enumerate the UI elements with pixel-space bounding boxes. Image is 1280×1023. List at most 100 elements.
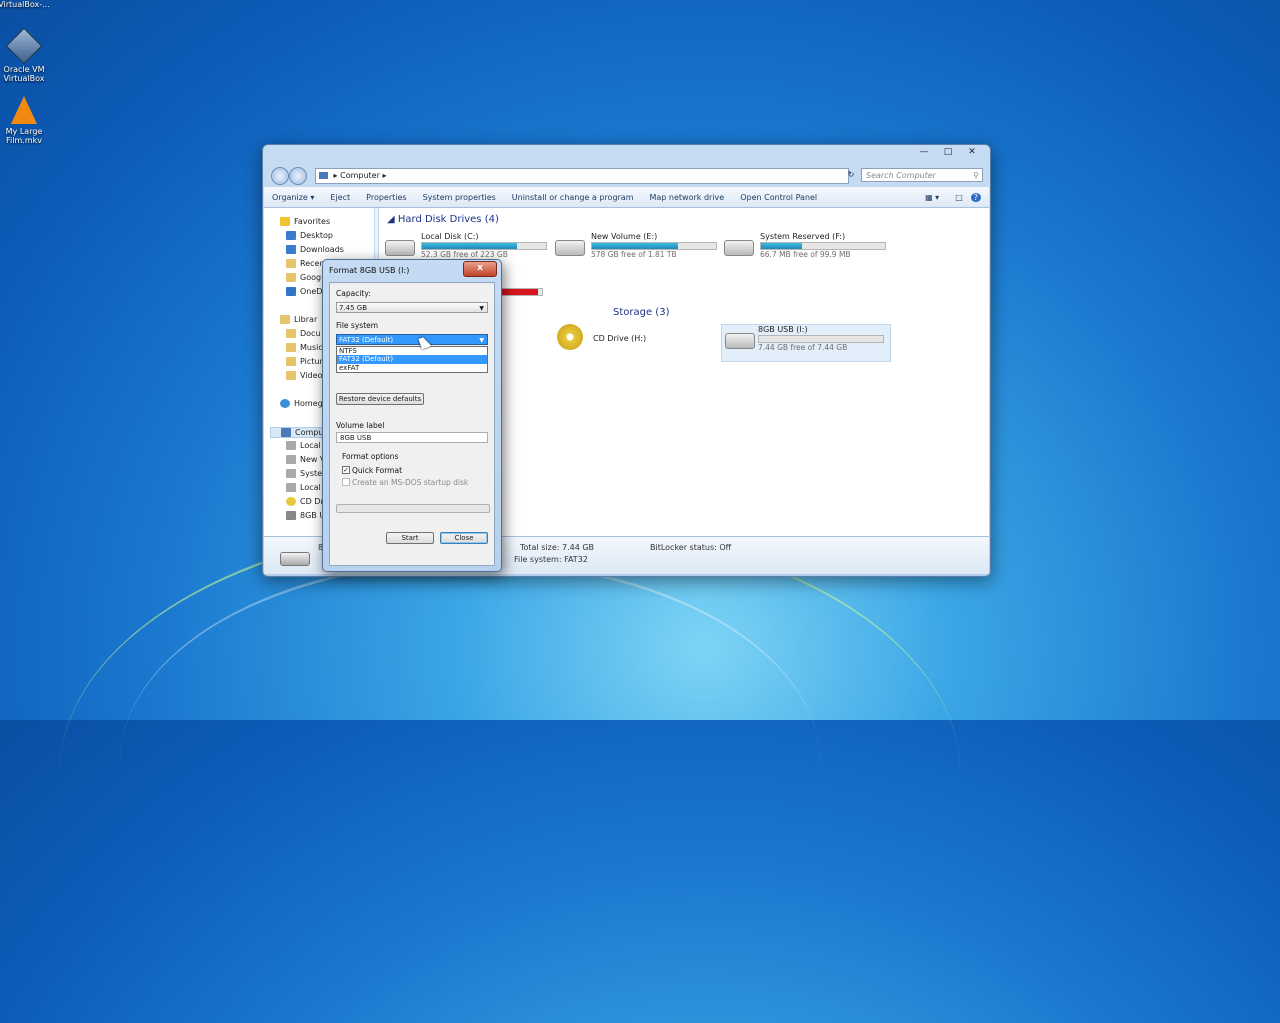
file-system-label: File system (336, 321, 379, 330)
file-system-value: FAT32 (Default) (339, 336, 394, 344)
drive-partial-red-bar (497, 288, 543, 296)
sidebar-item-cd-drive[interactable]: CD Dr (286, 497, 324, 506)
desktop-icon-virtualbox[interactable]: Oracle VM VirtualBox (0, 27, 54, 83)
msdos-disk-checkbox[interactable] (342, 478, 350, 486)
sidebar-item-documents[interactable]: Docu (286, 329, 321, 338)
desktop-icon-label: Oracle VM VirtualBox (3, 65, 45, 83)
music-icon (286, 343, 296, 352)
file-system-select[interactable]: FAT32 (Default) ▼ (336, 334, 488, 345)
videos-icon (286, 371, 296, 380)
back-button[interactable] (271, 167, 289, 185)
open-control-panel-button[interactable]: Open Control Panel (732, 193, 825, 202)
capacity-value: 7.45 GB (339, 304, 368, 312)
uninstall-program-button[interactable]: Uninstall or change a program (504, 193, 642, 202)
pictures-icon (286, 357, 296, 366)
details-total-size: Total size: 7.44 GB (520, 543, 595, 552)
drive-usage-fill (761, 243, 802, 249)
option-exfat[interactable]: exFAT (337, 364, 487, 372)
drive-name: CD Drive (H:) (593, 334, 647, 343)
drive-usage-bar (591, 242, 717, 250)
sidebar-item-local[interactable]: Local (286, 483, 321, 492)
maximize-button[interactable]: □ (936, 145, 960, 159)
virtualbox-icon (5, 27, 43, 65)
close-button[interactable]: ✕ (960, 145, 984, 159)
format-progress-bar (336, 504, 490, 513)
minimize-button[interactable]: — (912, 145, 936, 159)
forward-button[interactable] (289, 167, 307, 185)
sidebar-item-8gb-usb[interactable]: 8GB U (286, 511, 325, 520)
details-file-system: File system: FAT32 (514, 555, 588, 564)
option-ntfs[interactable]: NTFS (337, 347, 487, 355)
help-icon[interactable]: ? (970, 192, 981, 202)
usb-drive-icon (286, 511, 296, 520)
preview-pane-icon[interactable]: □ (947, 193, 971, 202)
sidebar-label: Librar (294, 315, 318, 324)
sidebar-libraries[interactable]: Librar (280, 315, 317, 324)
sidebar-favorites[interactable]: Favorites (280, 217, 330, 226)
search-input[interactable]: Search Computer ⚲ (861, 168, 983, 182)
sidebar-label: Desktop (300, 231, 333, 240)
format-dialog: Format 8GB USB (I:) x Capacity: 7.45 GB ▼… (322, 259, 502, 572)
sidebar-item-music[interactable]: Music (286, 343, 323, 352)
drive-new-volume-e[interactable]: New Volume (E:) 578 GB free of 1.81 TB (555, 232, 725, 266)
sidebar-item-system-reserved[interactable]: Syster (286, 469, 325, 478)
drive-name: Local Disk (C:) (421, 232, 479, 241)
system-properties-button[interactable]: System properties (415, 193, 504, 202)
sidebar-item-new-volume[interactable]: New V (286, 455, 325, 464)
sidebar-item-videos[interactable]: Video (286, 371, 322, 380)
sidebar-item-desktop[interactable]: Desktop (286, 231, 333, 240)
group-header-hdd[interactable]: ◢ Hard Disk Drives (4) (387, 214, 499, 225)
star-icon (280, 217, 290, 226)
usb-drive-icon (725, 333, 755, 349)
desktop-icon-film[interactable]: My Large Film.mkv (0, 96, 54, 145)
sidebar-label: Docu (300, 329, 321, 338)
drive-cd-h[interactable]: CD Drive (H:) (557, 324, 727, 358)
drive-8gb-usb-i[interactable]: 8GB USB (I:) 7.44 GB free of 7.44 GB (721, 324, 891, 362)
refresh-button[interactable]: ↻ (845, 168, 857, 182)
drive-system-reserved-f[interactable]: System Reserved (F:) 66.7 MB free of 99.… (724, 232, 894, 266)
quick-format-checkbox[interactable]: ✓ (342, 466, 350, 474)
organize-button[interactable]: Organize ▾ (264, 193, 322, 202)
homegroup-icon (280, 399, 290, 408)
collapse-arrow-icon: ◢ (387, 214, 398, 225)
sidebar-item-onedrive[interactable]: OneD (286, 287, 322, 296)
volume-label-input[interactable]: 8GB USB (336, 432, 488, 443)
chevron-down-icon: ▼ (479, 305, 484, 312)
drive-icon (286, 469, 296, 478)
sidebar-item-google[interactable]: Goog (286, 273, 321, 282)
group-header-removable[interactable]: Storage (3) (613, 307, 669, 318)
start-button[interactable]: Start (386, 532, 434, 544)
sidebar-item-pictures[interactable]: Pictur (286, 357, 323, 366)
dialog-close-x-button[interactable]: x (463, 261, 497, 277)
drive-icon (286, 441, 296, 450)
sidebar-item-local-c[interactable]: Local (286, 441, 321, 450)
drive-icon (286, 483, 296, 492)
capacity-select[interactable]: 7.45 GB ▼ (336, 302, 488, 313)
group-title: Storage (3) (613, 307, 670, 318)
sidebar-label: CD Dr (300, 497, 324, 506)
desktop-icon (286, 231, 296, 240)
restore-defaults-button[interactable]: Restore device defaults (336, 393, 424, 405)
address-bar[interactable]: ▸ Computer ▸ (315, 168, 849, 184)
sidebar-label: Pictur (300, 357, 323, 366)
drive-free-space: 66.7 MB free of 99.9 MB (760, 250, 851, 259)
vlc-cone-icon (11, 96, 37, 124)
recent-icon (286, 259, 296, 268)
desktop-icon-virtualbox-folder[interactable]: VirtualBox-... (0, 0, 54, 9)
sidebar-label: OneD (300, 287, 323, 296)
drive-free-space: 7.44 GB free of 7.44 GB (758, 343, 848, 352)
option-fat32[interactable]: FAT32 (Default) (337, 355, 487, 364)
properties-button[interactable]: Properties (358, 193, 414, 202)
sidebar-label: Local (300, 483, 321, 492)
drive-free-space: 52.3 GB free of 223 GB (421, 250, 508, 259)
downloads-icon (286, 245, 296, 254)
map-network-drive-button[interactable]: Map network drive (642, 193, 733, 202)
drive-usage-bar (758, 335, 884, 343)
search-placeholder: Search Computer (866, 171, 936, 180)
sidebar-homegroup[interactable]: Homeg (280, 399, 323, 408)
close-button[interactable]: Close (440, 532, 488, 544)
sidebar-item-downloads[interactable]: Downloads (286, 245, 344, 254)
eject-button[interactable]: Eject (322, 193, 358, 202)
drive-usage-bar (421, 242, 547, 250)
view-options-icon[interactable]: ▦ ▾ (917, 193, 947, 202)
